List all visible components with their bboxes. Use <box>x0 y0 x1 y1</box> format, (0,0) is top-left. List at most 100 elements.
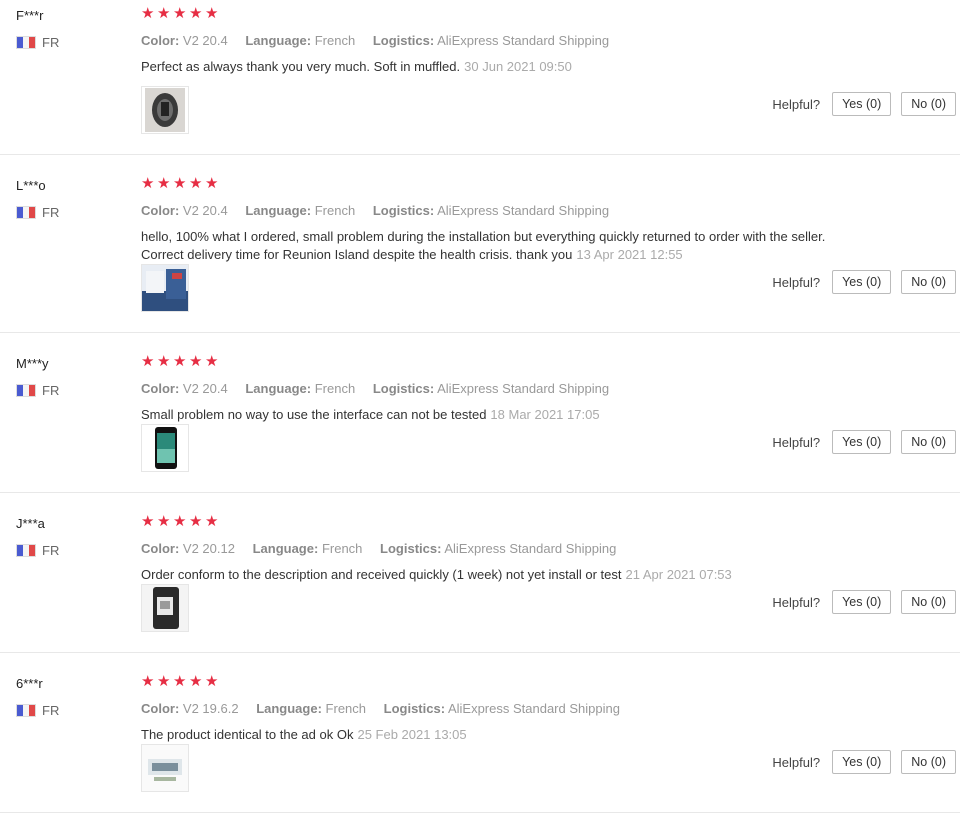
reviewer-country: FR <box>16 205 59 220</box>
star-rating: ★ ★ ★ ★ ★ <box>141 175 219 192</box>
star-icon: ★ <box>205 673 219 690</box>
star-icon: ★ <box>205 175 219 192</box>
france-flag-icon <box>16 704 36 717</box>
language-label: Language: <box>245 203 312 218</box>
helpful-no-button[interactable]: No (0) <box>901 270 956 294</box>
star-icon: ★ <box>173 175 187 192</box>
review-photo[interactable] <box>141 424 189 472</box>
star-icon: ★ <box>189 5 203 22</box>
helpful-no-button[interactable]: No (0) <box>901 92 956 116</box>
color-value: V2 19.6.2 <box>182 701 239 716</box>
helpful-vote: Helpful? Yes (0) No (0) <box>772 92 956 116</box>
star-icon: ★ <box>141 5 155 22</box>
country-code: FR <box>42 205 60 220</box>
france-flag-icon <box>16 206 36 219</box>
star-icon: ★ <box>157 353 171 370</box>
color-value: V2 20.4 <box>182 33 228 48</box>
helpful-no-button[interactable]: No (0) <box>901 590 956 614</box>
star-icon: ★ <box>189 175 203 192</box>
reviewer-name: J***a <box>16 516 45 531</box>
logistics-value: AliExpress Standard Shipping <box>437 203 610 218</box>
review-text: Perfect as always thank you very much. S… <box>141 58 841 76</box>
review-item: 6***r FR ★ ★ ★ ★ ★ Color: V2 19.6.2 Language… <box>0 668 960 813</box>
helpful-label: Helpful? <box>772 274 821 290</box>
color-label: Color: <box>141 203 180 218</box>
reviewer-country: FR <box>16 703 59 718</box>
review-body: Order conform to the description and rec… <box>141 567 622 582</box>
france-flag-icon <box>16 544 36 557</box>
review-body: Perfect as always thank you very much. S… <box>141 59 461 74</box>
review-text: Small problem no way to use the interfac… <box>141 406 841 424</box>
helpful-vote: Helpful? Yes (0) No (0) <box>772 430 956 454</box>
helpful-yes-button[interactable]: Yes (0) <box>832 270 892 294</box>
logistics-label: Logistics: <box>383 701 446 716</box>
star-icon: ★ <box>189 353 203 370</box>
helpful-label: Helpful? <box>772 96 821 112</box>
star-icon: ★ <box>173 673 187 690</box>
star-icon: ★ <box>173 513 187 530</box>
color-label: Color: <box>141 33 180 48</box>
review-time: 13 Apr 2021 12:55 <box>576 247 683 262</box>
color-value: V2 20.12 <box>182 541 235 556</box>
logistics-label: Logistics: <box>372 33 435 48</box>
review-item: M***y FR ★ ★ ★ ★ ★ Color: V2 20.4 Language: … <box>0 348 960 493</box>
logistics-label: Logistics: <box>372 381 435 396</box>
helpful-vote: Helpful? Yes (0) No (0) <box>772 590 956 614</box>
helpful-yes-button[interactable]: Yes (0) <box>832 750 892 774</box>
star-icon: ★ <box>173 5 187 22</box>
review-time: 25 Feb 2021 13:05 <box>357 727 467 742</box>
review-photo[interactable] <box>141 744 189 792</box>
review-photo[interactable] <box>141 584 189 632</box>
review-photo[interactable] <box>141 86 189 134</box>
star-rating: ★ ★ ★ ★ ★ <box>141 353 219 370</box>
language-label: Language: <box>256 701 322 716</box>
review-meta: Color: V2 20.4 Language: French Logistic… <box>141 203 623 218</box>
star-icon: ★ <box>157 5 171 22</box>
reviewer-name: F***r <box>16 8 44 23</box>
reviewer-name: 6***r <box>16 676 43 691</box>
color-label: Color: <box>141 381 180 396</box>
review-text: hello, 100% what I ordered, small proble… <box>141 228 841 264</box>
language-value: French <box>314 381 356 396</box>
star-icon: ★ <box>141 353 155 370</box>
review-time: 30 Jun 2021 09:50 <box>464 59 572 74</box>
language-label: Language: <box>245 33 312 48</box>
helpful-yes-button[interactable]: Yes (0) <box>832 430 892 454</box>
color-label: Color: <box>141 701 180 716</box>
star-icon: ★ <box>141 673 155 690</box>
review-meta: Color: V2 20.4 Language: French Logistic… <box>141 33 623 48</box>
star-rating: ★ ★ ★ ★ ★ <box>141 513 219 530</box>
star-icon: ★ <box>173 353 187 370</box>
helpful-yes-button[interactable]: Yes (0) <box>832 92 892 116</box>
star-icon: ★ <box>189 673 203 690</box>
helpful-no-button[interactable]: No (0) <box>901 750 956 774</box>
helpful-yes-button[interactable]: Yes (0) <box>832 590 892 614</box>
helpful-no-button[interactable]: No (0) <box>901 430 956 454</box>
logistics-label: Logistics: <box>380 541 442 556</box>
color-label: Color: <box>141 541 180 556</box>
review-body: The product identical to the ad ok Ok <box>141 727 354 742</box>
star-icon: ★ <box>205 353 219 370</box>
france-flag-icon <box>16 384 36 397</box>
country-code: FR <box>42 543 60 558</box>
star-icon: ★ <box>205 513 219 530</box>
review-photo[interactable] <box>141 264 189 312</box>
country-code: FR <box>42 383 60 398</box>
language-value: French <box>314 33 356 48</box>
review-meta: Color: V2 20.12 Language: French Logisti… <box>141 541 630 556</box>
review-body: hello, 100% what I ordered, small proble… <box>141 229 826 262</box>
reviewer-name: M***y <box>16 356 49 371</box>
country-code: FR <box>42 703 60 718</box>
star-icon: ★ <box>141 513 155 530</box>
helpful-vote: Helpful? Yes (0) No (0) <box>772 750 956 774</box>
color-value: V2 20.4 <box>182 203 228 218</box>
color-value: V2 20.4 <box>182 381 228 396</box>
logistics-label: Logistics: <box>372 203 435 218</box>
star-icon: ★ <box>157 513 171 530</box>
review-meta: Color: V2 19.6.2 Language: French Logist… <box>141 701 634 716</box>
star-icon: ★ <box>189 513 203 530</box>
reviewer-name: L***o <box>16 178 46 193</box>
helpful-label: Helpful? <box>772 434 821 450</box>
review-item: L***o FR ★ ★ ★ ★ ★ Color: V2 20.4 Language: … <box>0 170 960 333</box>
review-meta: Color: V2 20.4 Language: French Logistic… <box>141 381 623 396</box>
